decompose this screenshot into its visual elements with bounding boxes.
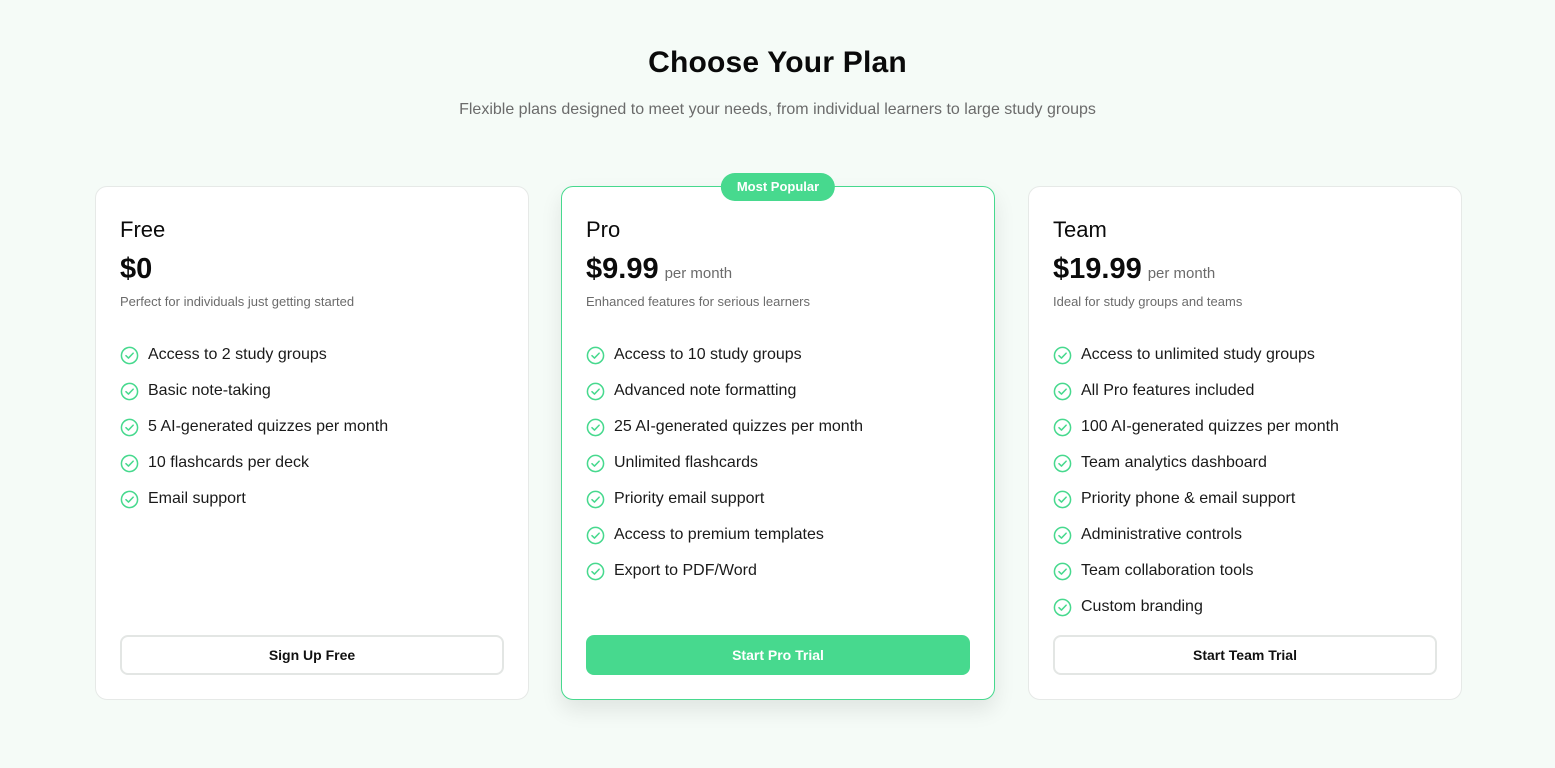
feature-item: Access to premium templates <box>586 517 863 553</box>
plan-card-free: Free $0 Perfect for individuals just get… <box>95 186 529 700</box>
price-row: $19.99 per month <box>1053 253 1215 286</box>
check-circle-icon <box>120 346 139 365</box>
price-row: $9.99 per month <box>586 253 732 286</box>
most-popular-badge: Most Popular <box>720 173 836 201</box>
check-circle-icon <box>120 490 139 509</box>
start-pro-trial-button[interactable]: Start Pro Trial <box>586 635 970 675</box>
check-circle-icon <box>586 382 605 401</box>
check-circle-icon <box>120 382 139 401</box>
plan-name: Pro <box>586 217 621 242</box>
check-circle-icon <box>1053 418 1072 437</box>
page-title: Choose Your Plan <box>648 46 907 79</box>
check-circle-icon <box>1053 490 1072 509</box>
check-circle-icon <box>586 454 605 473</box>
feature-item: Export to PDF/Word <box>586 553 863 589</box>
feature-label: Access to 10 study groups <box>614 346 802 363</box>
plan-period: per month <box>1147 265 1216 282</box>
feature-label: 25 AI-generated quizzes per month <box>614 418 864 435</box>
feature-label: Basic note-taking <box>148 382 271 399</box>
feature-item: Team collaboration tools <box>1053 553 1339 589</box>
plan-period: per month <box>664 265 733 282</box>
feature-item: Priority email support <box>586 481 863 517</box>
check-circle-icon <box>1053 598 1072 617</box>
feature-label: 100 AI-generated quizzes per month <box>1081 418 1339 435</box>
check-circle-icon <box>1053 562 1072 581</box>
feature-label: Access to unlimited study groups <box>1081 346 1315 363</box>
feature-list: Access to 2 study groups Basic note-takin… <box>120 337 388 517</box>
check-circle-icon <box>586 490 605 509</box>
plan-description: Perfect for individuals just getting sta… <box>120 294 355 309</box>
feature-item: Access to unlimited study groups <box>1053 337 1339 373</box>
check-circle-icon <box>586 418 605 437</box>
sign-up-free-button[interactable]: Sign Up Free <box>120 635 504 675</box>
feature-label: 10 flashcards per deck <box>148 454 309 471</box>
plan-price: $19.99 <box>1053 253 1142 285</box>
feature-list: Access to 10 study groups Advanced note f… <box>586 337 863 589</box>
feature-label: Team collaboration tools <box>1081 562 1254 579</box>
check-circle-icon <box>1053 382 1072 401</box>
feature-label: Advanced note formatting <box>614 382 797 399</box>
check-circle-icon <box>1053 346 1072 365</box>
feature-label: Administrative controls <box>1081 526 1242 543</box>
feature-item: Basic note-taking <box>120 373 388 409</box>
feature-item: Team analytics dashboard <box>1053 445 1339 481</box>
feature-item: Email support <box>120 481 388 517</box>
feature-item: 5 AI-generated quizzes per month <box>120 409 388 445</box>
start-team-trial-button[interactable]: Start Team Trial <box>1053 635 1437 675</box>
feature-label: Access to premium templates <box>614 526 824 543</box>
feature-label: Access to 2 study groups <box>148 346 327 363</box>
feature-item: 100 AI-generated quizzes per month <box>1053 409 1339 445</box>
feature-label: Custom branding <box>1081 598 1203 615</box>
feature-item: Access to 10 study groups <box>586 337 863 373</box>
plan-description: Ideal for study groups and teams <box>1053 294 1243 309</box>
check-circle-icon <box>586 346 605 365</box>
check-circle-icon <box>120 454 139 473</box>
feature-item: Administrative controls <box>1053 517 1339 553</box>
check-circle-icon <box>1053 454 1072 473</box>
feature-label: Unlimited flashcards <box>614 454 759 471</box>
feature-label: Priority email support <box>614 490 765 507</box>
feature-item: Unlimited flashcards <box>586 445 863 481</box>
plan-name: Free <box>120 217 166 242</box>
check-circle-icon <box>586 562 605 581</box>
feature-item: Advanced note formatting <box>586 373 863 409</box>
pricing-page: Choose Your Plan Flexible plans designed… <box>0 0 1555 768</box>
feature-list: Access to unlimited study groups All Pro … <box>1053 337 1339 625</box>
feature-label: Export to PDF/Word <box>614 562 757 579</box>
plan-description: Enhanced features for serious learners <box>586 294 811 309</box>
feature-item: Access to 2 study groups <box>120 337 388 373</box>
check-circle-icon <box>1053 526 1072 545</box>
plan-name: Team <box>1053 217 1107 242</box>
plan-price: $0 <box>120 253 153 285</box>
plan-card-pro: Most Popular Pro $9.99 per month Enhance… <box>561 173 995 700</box>
feature-item: 10 flashcards per deck <box>120 445 388 481</box>
check-circle-icon <box>120 418 139 437</box>
page-subtitle: Flexible plans designed to meet your nee… <box>459 101 1096 118</box>
feature-label: 5 AI-generated quizzes per month <box>148 418 389 435</box>
plan-price: $9.99 <box>586 253 659 285</box>
feature-label: All Pro features included <box>1081 382 1255 399</box>
check-circle-icon <box>586 526 605 545</box>
feature-label: Priority phone & email support <box>1081 490 1296 507</box>
feature-item: Priority phone & email support <box>1053 481 1339 517</box>
feature-item: All Pro features included <box>1053 373 1339 409</box>
feature-item: 25 AI-generated quizzes per month <box>586 409 863 445</box>
price-row: $0 <box>120 253 152 286</box>
feature-label: Email support <box>148 490 246 507</box>
feature-item: Custom branding <box>1053 589 1339 625</box>
plan-card-team: Team $19.99 per month Ideal for study gr… <box>1028 186 1462 700</box>
feature-label: Team analytics dashboard <box>1081 454 1267 471</box>
